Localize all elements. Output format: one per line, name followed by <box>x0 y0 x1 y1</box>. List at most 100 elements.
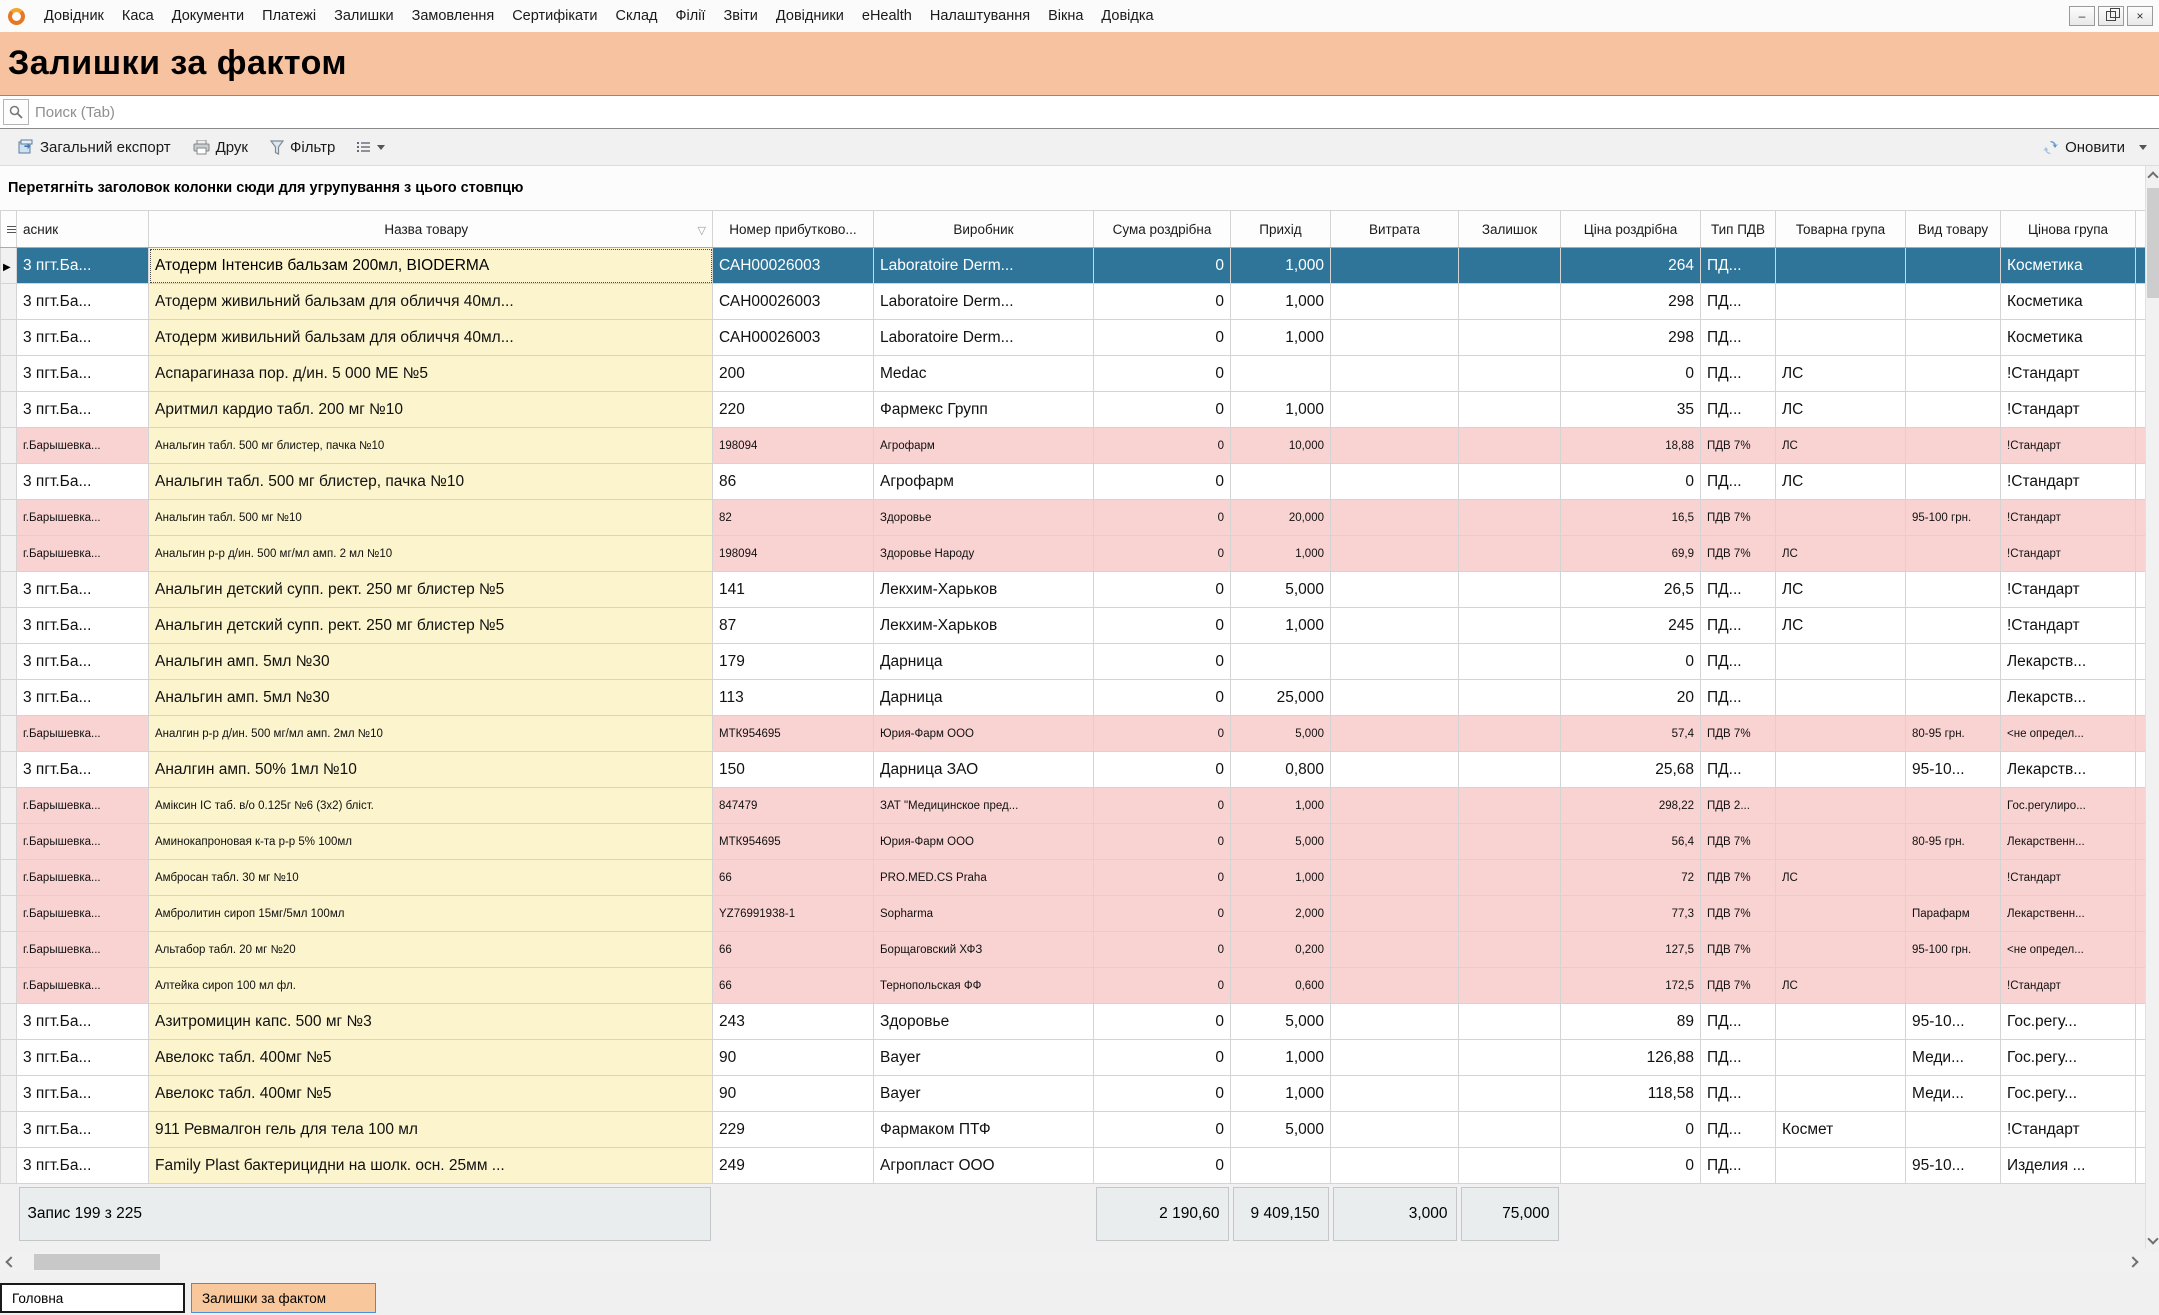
cell-product-name[interactable]: Family Plast бактерицидни на шолк. осн. … <box>149 1148 713 1184</box>
cell-income[interactable]: 20,000 <box>1231 500 1331 536</box>
table-row[interactable]: г.Барышевка... Анальгин р-р д/ин. 500 мг… <box>1 536 2146 572</box>
cell-product-name[interactable]: Аминокапроновая к-та р-р 5% 100мл <box>149 824 713 860</box>
cell-price-group[interactable]: Гос.регу... <box>2001 1040 2136 1076</box>
cell-vat-type[interactable]: ПДВ 2... <box>1701 788 1776 824</box>
cell-income[interactable]: 1,000 <box>1231 1076 1331 1112</box>
cell-balance[interactable] <box>1459 536 1561 572</box>
cell-doc-number[interactable]: САН00026003 <box>713 320 874 356</box>
cell-product-name[interactable]: Анальгин табл. 500 мг №10 <box>149 500 713 536</box>
cell-product-name[interactable]: Анальгин табл. 500 мг блистер, пачка №10 <box>149 428 713 464</box>
cell-vat-type[interactable]: ПД... <box>1701 680 1776 716</box>
cell-manufacturer[interactable]: Здоровье <box>874 500 1094 536</box>
cell-product-kind[interactable]: 80-95 грн. <box>1906 716 2001 752</box>
cell-doc-number[interactable]: 66 <box>713 968 874 1004</box>
cell-owner[interactable]: 3 пгт.Ба... <box>17 752 149 788</box>
table-row[interactable]: 3 пгт.Ба... Анальгин амп. 5мл №30 179 Да… <box>1 644 2146 680</box>
cell-vat-type[interactable]: ПДВ 7% <box>1701 536 1776 572</box>
cell-owner[interactable]: 3 пгт.Ба... <box>17 1076 149 1112</box>
cell-retail-price[interactable]: 20 <box>1561 680 1701 716</box>
cell-income[interactable] <box>1231 356 1331 392</box>
cell-price-group[interactable]: !Стандарт <box>2001 428 2136 464</box>
cell-manufacturer[interactable]: Лекхим-Харьков <box>874 572 1094 608</box>
cell-expense[interactable] <box>1331 860 1459 896</box>
cell-manufacturer[interactable]: Тернопольская ФФ <box>874 968 1094 1004</box>
menu-vikna[interactable]: Вікна <box>1048 8 1083 24</box>
cell-product-group[interactable] <box>1776 1076 1906 1112</box>
cell-retail-price[interactable]: 298 <box>1561 320 1701 356</box>
cell-product-kind[interactable]: Меди... <box>1906 1076 2001 1112</box>
cell-vat-type[interactable]: ПД... <box>1701 1148 1776 1184</box>
cell-product-kind[interactable] <box>1906 1112 2001 1148</box>
cell-retail-price[interactable]: 172,5 <box>1561 968 1701 1004</box>
cell-vat-type[interactable]: ПД... <box>1701 392 1776 428</box>
menu-kasa[interactable]: Каса <box>122 8 154 24</box>
cell-retail-sum[interactable]: 0 <box>1094 644 1231 680</box>
column-header-doc-number[interactable]: Номер прибутково... <box>713 211 874 248</box>
cell-price-group[interactable]: !Стандарт <box>2001 536 2136 572</box>
cell-product-name[interactable]: 911 Ревмалгон гель для тела 100 мл <box>149 1112 713 1148</box>
cell-manufacturer[interactable]: Laboratoire Derm... <box>874 320 1094 356</box>
cell-retail-sum[interactable]: 0 <box>1094 860 1231 896</box>
cell-product-group[interactable]: ЛС <box>1776 356 1906 392</box>
table-row[interactable]: г.Барышевка... Аминокапроновая к-та р-р … <box>1 824 2146 860</box>
cell-product-kind[interactable]: 95-10... <box>1906 1004 2001 1040</box>
cell-manufacturer[interactable]: Юрия-Фарм ООО <box>874 716 1094 752</box>
cell-price-group[interactable]: !Стандарт <box>2001 968 2136 1004</box>
cell-retail-sum[interactable]: 0 <box>1094 356 1231 392</box>
cell-balance[interactable] <box>1459 752 1561 788</box>
cell-manufacturer[interactable]: Дарница ЗАО <box>874 752 1094 788</box>
menu-nalashtuvannia[interactable]: Налаштування <box>930 8 1030 24</box>
cell-product-name[interactable]: Аспарагиназа пор. д/ин. 5 000 МЕ №5 <box>149 356 713 392</box>
cell-retail-price[interactable]: 35 <box>1561 392 1701 428</box>
cell-vat-type[interactable]: ПДВ 7% <box>1701 932 1776 968</box>
cell-product-group[interactable]: ЛС <box>1776 392 1906 428</box>
tab-holovna[interactable]: Головна <box>0 1283 185 1313</box>
cell-expense[interactable] <box>1331 680 1459 716</box>
cell-expense[interactable] <box>1331 1040 1459 1076</box>
cell-income[interactable]: 1,000 <box>1231 1040 1331 1076</box>
scroll-right-button[interactable] <box>2127 1255 2141 1269</box>
cell-vat-type[interactable]: ПД... <box>1701 320 1776 356</box>
cell-retail-sum[interactable]: 0 <box>1094 608 1231 644</box>
table-row[interactable]: 3 пгт.Ба... Авелокс табл. 400мг №5 90 Ba… <box>1 1040 2146 1076</box>
cell-vat-type[interactable]: ПДВ 7% <box>1701 968 1776 1004</box>
toolbar-overflow-icon[interactable] <box>2139 145 2147 150</box>
table-row[interactable]: 3 пгт.Ба... Анальгин детский супп. рект.… <box>1 572 2146 608</box>
cell-income[interactable]: 0,800 <box>1231 752 1331 788</box>
cell-doc-number[interactable]: 198094 <box>713 536 874 572</box>
cell-product-kind[interactable]: 95-10... <box>1906 752 2001 788</box>
cell-retail-sum[interactable]: 0 <box>1094 500 1231 536</box>
cell-vat-type[interactable]: ПДВ 7% <box>1701 428 1776 464</box>
cell-income[interactable]: 1,000 <box>1231 320 1331 356</box>
cell-doc-number[interactable]: САН00026003 <box>713 284 874 320</box>
cell-owner[interactable]: г.Барышевка... <box>17 500 149 536</box>
cell-owner[interactable]: г.Барышевка... <box>17 860 149 896</box>
cell-expense[interactable] <box>1331 536 1459 572</box>
table-row[interactable]: 3 пгт.Ба... Анальгин детский супп. рект.… <box>1 608 2146 644</box>
cell-retail-price[interactable]: 126,88 <box>1561 1040 1701 1076</box>
cell-product-name[interactable]: Анальгин детский супп. рект. 250 мг блис… <box>149 572 713 608</box>
cell-price-group[interactable]: <не определ... <box>2001 716 2136 752</box>
table-row[interactable]: 3 пгт.Ба... Атодерм Інтенсив бальзам 200… <box>1 248 2146 284</box>
cell-retail-price[interactable]: 118,58 <box>1561 1076 1701 1112</box>
cell-product-name[interactable]: Атодерм живильний бальзам для обличчя 40… <box>149 320 713 356</box>
cell-product-kind[interactable] <box>1906 320 2001 356</box>
cell-product-name[interactable]: Амбролитин сироп 15мг/5мл 100мл <box>149 896 713 932</box>
cell-product-name[interactable]: Атодерм живильний бальзам для обличчя 40… <box>149 284 713 320</box>
cell-product-kind[interactable] <box>1906 860 2001 896</box>
column-filter-icon[interactable]: ▽ <box>698 224 706 237</box>
cell-owner[interactable]: г.Барышевка... <box>17 716 149 752</box>
menu-zalyshky[interactable]: Залишки <box>334 8 393 24</box>
cell-retail-price[interactable]: 26,5 <box>1561 572 1701 608</box>
cell-price-group[interactable]: !Стандарт <box>2001 464 2136 500</box>
cell-product-group[interactable]: ЛС <box>1776 860 1906 896</box>
cell-expense[interactable] <box>1331 752 1459 788</box>
cell-income[interactable]: 0,600 <box>1231 968 1331 1004</box>
table-row[interactable]: 3 пгт.Ба... Аспарагиназа пор. д/ин. 5 00… <box>1 356 2146 392</box>
cell-retail-price[interactable]: 18,88 <box>1561 428 1701 464</box>
cell-income[interactable]: 5,000 <box>1231 716 1331 752</box>
cell-doc-number[interactable]: МТК954695 <box>713 716 874 752</box>
minimize-button[interactable]: – <box>2069 6 2095 26</box>
cell-doc-number[interactable]: 86 <box>713 464 874 500</box>
cell-retail-sum[interactable]: 0 <box>1094 788 1231 824</box>
